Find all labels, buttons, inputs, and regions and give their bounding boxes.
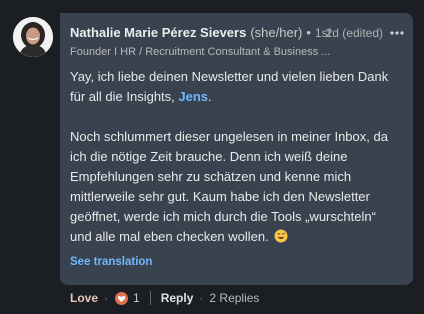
sweat-smile-emoji-icon xyxy=(274,229,288,243)
replies-count-link[interactable]: 2 Replies xyxy=(209,290,259,306)
comment-bubble: Nathalie Marie Pérez Sievers (she/her) •… xyxy=(60,13,413,285)
comment-text: Yay, ich liebe deinen Newsletter und vie… xyxy=(70,67,400,247)
author-name[interactable]: Nathalie Marie Pérez Sievers xyxy=(70,25,246,41)
comment-timestamp: 2d (edited) xyxy=(325,26,383,40)
comment-paragraph-2: Noch schlummert dieser ungelesen in mein… xyxy=(70,127,400,247)
author-headline: Founder I HR / Recruitment Consultant & … xyxy=(70,46,331,58)
paragraph-text: . xyxy=(208,89,212,104)
comment-actions: Love · 1 Reply · 2 Replies xyxy=(70,290,259,306)
action-divider xyxy=(149,291,151,305)
comment-meta: 2d (edited) xyxy=(326,25,405,41)
author-pronouns: (she/her) xyxy=(250,25,303,40)
comment-thread: Nathalie Marie Pérez Sievers (she/her) •… xyxy=(0,0,424,314)
mention-link[interactable]: Jens xyxy=(178,89,208,104)
love-reaction-button[interactable]: Love xyxy=(70,290,98,306)
paragraph-text: Noch schlummert dieser ungelesen in mein… xyxy=(70,129,388,244)
ellipsis-icon[interactable] xyxy=(389,25,405,41)
reaction-count[interactable]: 1 xyxy=(133,290,140,306)
paragraph-text: Yay, ich liebe deinen Newsletter und vie… xyxy=(70,69,389,104)
comment-header: Nathalie Marie Pérez Sievers (she/her) •… xyxy=(70,25,405,41)
love-reaction-icon[interactable] xyxy=(114,290,130,306)
avatar[interactable] xyxy=(13,17,53,57)
reply-button[interactable]: Reply xyxy=(161,290,194,306)
separator-dot: · xyxy=(199,291,204,305)
comment-paragraph-1: Yay, ich liebe deinen Newsletter und vie… xyxy=(70,67,400,107)
see-translation-link[interactable]: See translation xyxy=(70,256,152,268)
separator-dot: • xyxy=(306,25,311,40)
separator-dot: · xyxy=(104,291,109,305)
